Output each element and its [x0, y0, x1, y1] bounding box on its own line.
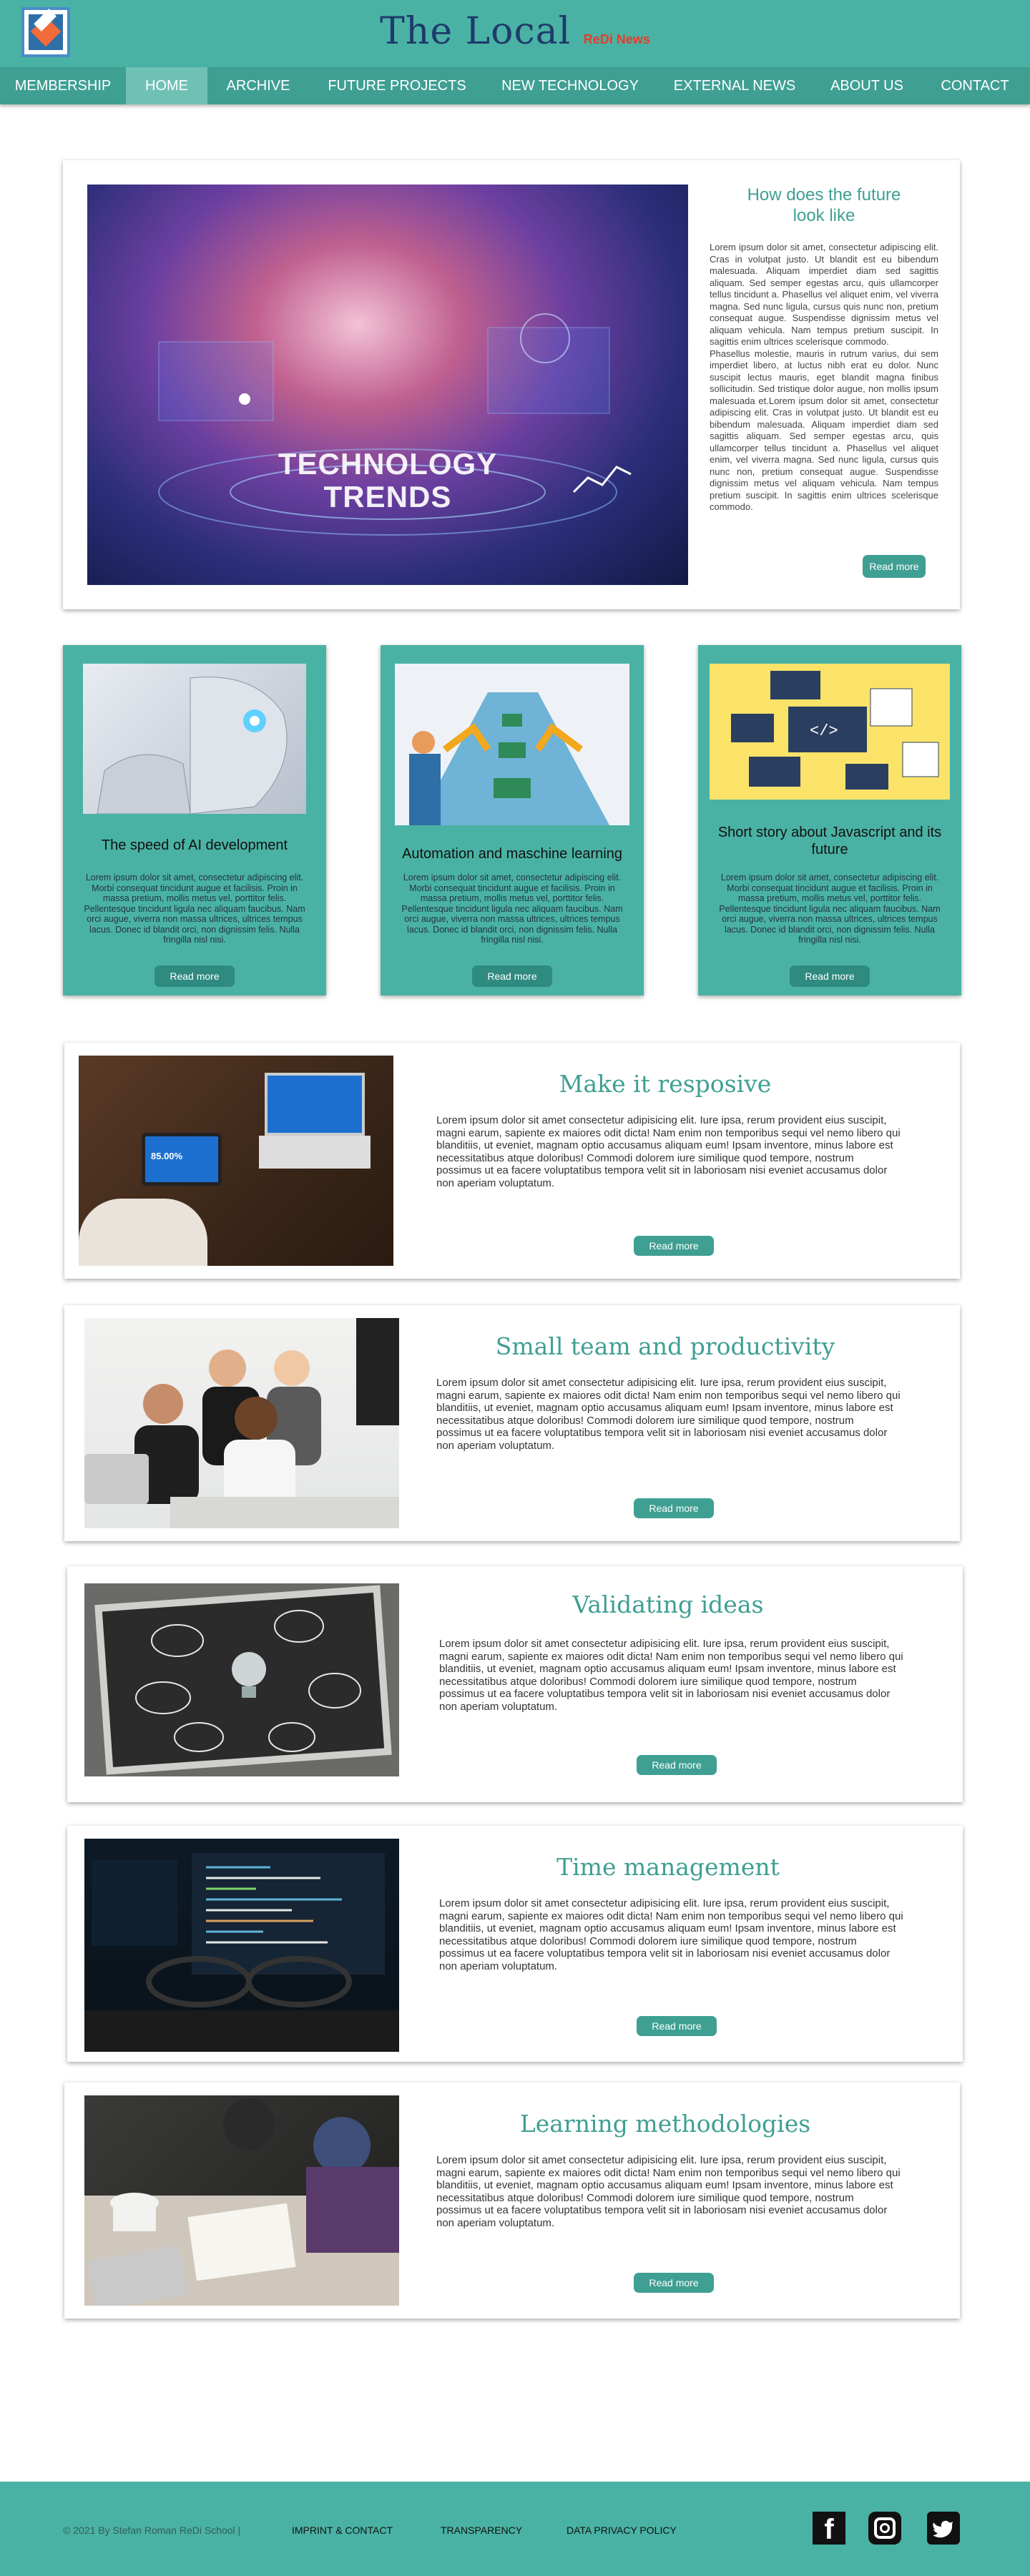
- site-footer: © 2021 By Stefan Roman ReDi School | IMP…: [0, 2482, 1030, 2576]
- facebook-icon[interactable]: f: [813, 2512, 845, 2545]
- article-image-validating[interactable]: [84, 1583, 399, 1776]
- nav-item-external-news[interactable]: EXTERNAL NEWS: [655, 67, 814, 104]
- tile-card-ai: The speed of AI development Lorem ipsum …: [63, 645, 326, 996]
- article-read-more-button-time-management[interactable]: Read more: [637, 2016, 717, 2036]
- article-image-learning[interactable]: [84, 2095, 399, 2306]
- footer-copyright: © 2021 By Stefan Roman ReDi School |: [63, 2525, 241, 2536]
- site-subtitle: ReDi News: [583, 32, 650, 46]
- hero-text: How does the future look like Lorem ipsu…: [710, 185, 938, 513]
- tile-read-more-button-javascript[interactable]: Read more: [790, 965, 870, 987]
- tile-title-javascript: Short story about Javascript and its fut…: [717, 825, 942, 857]
- article-card-validating: Validating ideas Lorem ipsum dolor sit a…: [67, 1566, 963, 1802]
- article-card-small-team: Small team and productivity Lorem ipsum …: [64, 1305, 960, 1541]
- article-body-responsive: Lorem ipsum dolor sit amet consectetur a…: [436, 1114, 901, 1189]
- article-title-validating: Validating ideas: [572, 1591, 764, 1618]
- hero-title: How does the future look like: [747, 185, 901, 225]
- tile-body-automation: Lorem ipsum dolor sit amet, consectetur …: [401, 872, 623, 945]
- article-read-more-button-small-team[interactable]: Read more: [634, 1498, 714, 1518]
- team-people-graphic: [84, 1318, 399, 1528]
- article-card-learning: Learning methodologies Lorem ipsum dolor…: [64, 2083, 960, 2319]
- tile-read-more-button-ai[interactable]: Read more: [154, 965, 235, 987]
- lightbulb-sketch-graphic: [135, 1610, 361, 1752]
- nav-item-home[interactable]: HOME: [126, 67, 207, 104]
- twitter-bird: [933, 2520, 953, 2538]
- main-nav: MEMBERSHIP HOME ARCHIVE FUTURE PROJECTS …: [0, 67, 1030, 104]
- hero-body-2: Phasellus molestie, mauris in rutrum var…: [710, 348, 938, 513]
- article-title-time-management: Time management: [556, 1853, 780, 1881]
- hero-read-more-button[interactable]: Read more: [863, 555, 926, 578]
- nav-item-membership[interactable]: MEMBERSHIP: [0, 67, 126, 104]
- hero-image-caption: TECHNOLOGY TRENDS: [87, 448, 688, 513]
- nav-item-future-projects[interactable]: FUTURE PROJECTS: [309, 67, 485, 104]
- code-monitor-graphic: [84, 1853, 399, 2052]
- tile-body-ai: Lorem ipsum dolor sit amet, consectetur …: [84, 872, 305, 945]
- site-title[interactable]: The Local ReDi News: [0, 10, 1030, 53]
- footer-link-data-privacy[interactable]: DATA PRIVACY POLICY: [566, 2525, 677, 2536]
- svg-text:</>: </>: [810, 722, 838, 740]
- site-header: The Local ReDi News: [0, 0, 1030, 67]
- tile-read-more-button-automation[interactable]: Read more: [472, 965, 552, 987]
- factory-line-graphic: [409, 692, 609, 825]
- hero-image-graphic: [158, 313, 632, 536]
- article-body-time-management: Lorem ipsum dolor sit amet consectetur a…: [439, 1897, 903, 1972]
- article-title-responsive: Make it resposive: [559, 1070, 772, 1098]
- tile-image-ai[interactable]: [83, 664, 306, 814]
- article-read-more-button-validating[interactable]: Read more: [637, 1755, 717, 1775]
- hero-image-caption-line1: TECHNOLOGY: [278, 447, 498, 481]
- article-body-validating: Lorem ipsum dolor sit amet consectetur a…: [439, 1638, 903, 1713]
- nav-item-about-us[interactable]: ABOUT US: [814, 67, 920, 104]
- nav-item-contact[interactable]: CONTACT: [920, 67, 1030, 104]
- tile-body-javascript: Lorem ipsum dolor sit amet, consectetur …: [719, 872, 941, 945]
- article-image-small-team[interactable]: [84, 1318, 399, 1528]
- footer-link-transparency[interactable]: TRANSPARENCY: [441, 2525, 522, 2536]
- tablet-screen: 85.00%: [142, 1133, 222, 1186]
- instagram-icon[interactable]: [868, 2512, 901, 2545]
- article-title-small-team: Small team and productivity: [495, 1332, 835, 1360]
- hero-card: TECHNOLOGY TRENDS How does the future lo…: [63, 160, 960, 609]
- nav-item-archive[interactable]: ARCHIVE: [207, 67, 309, 104]
- hero-image-caption-line2: TRENDS: [323, 480, 452, 513]
- article-card-time-management: Time management Lorem ipsum dolor sit am…: [67, 1826, 963, 2062]
- tile-card-automation: Automation and maschine learning Lorem i…: [381, 645, 644, 996]
- site-title-text: The Local: [380, 10, 572, 53]
- article-read-more-button-responsive[interactable]: Read more: [634, 1236, 714, 1256]
- article-image-time-management[interactable]: [84, 1839, 399, 2052]
- article-body-learning: Lorem ipsum dolor sit amet consectetur a…: [436, 2154, 901, 2229]
- tile-image-javascript[interactable]: </>: [710, 664, 950, 800]
- article-read-more-button-learning[interactable]: Read more: [634, 2273, 714, 2293]
- nav-item-new-technology[interactable]: NEW TECHNOLOGY: [485, 67, 655, 104]
- article-title-learning: Learning methodologies: [519, 2110, 811, 2138]
- code-screens-graphic: </>: [731, 671, 939, 790]
- twitter-icon[interactable]: [927, 2512, 960, 2545]
- study-desk-graphic: [84, 2098, 399, 2306]
- tile-title-automation: Automation and maschine learning: [402, 846, 622, 862]
- article-body-small-team: Lorem ipsum dolor sit amet consectetur a…: [436, 1377, 901, 1452]
- tile-title-ai: The speed of AI development: [101, 837, 288, 853]
- footer-link-imprint-contact[interactable]: IMPRINT & CONTACT: [292, 2525, 393, 2536]
- article-image-responsive[interactable]: 85.00%: [79, 1056, 393, 1266]
- hero-image[interactable]: TECHNOLOGY TRENDS: [87, 185, 688, 585]
- article-card-responsive: 85.00% Make it resposive Lorem ipsum dol…: [64, 1043, 960, 1279]
- hero-body-1: Lorem ipsum dolor sit amet, consectetur …: [710, 242, 938, 347]
- robot-face-graphic: [97, 677, 288, 814]
- tile-image-automation[interactable]: [395, 664, 629, 825]
- tile-card-javascript: </> Short story about Javascript and its…: [698, 645, 961, 996]
